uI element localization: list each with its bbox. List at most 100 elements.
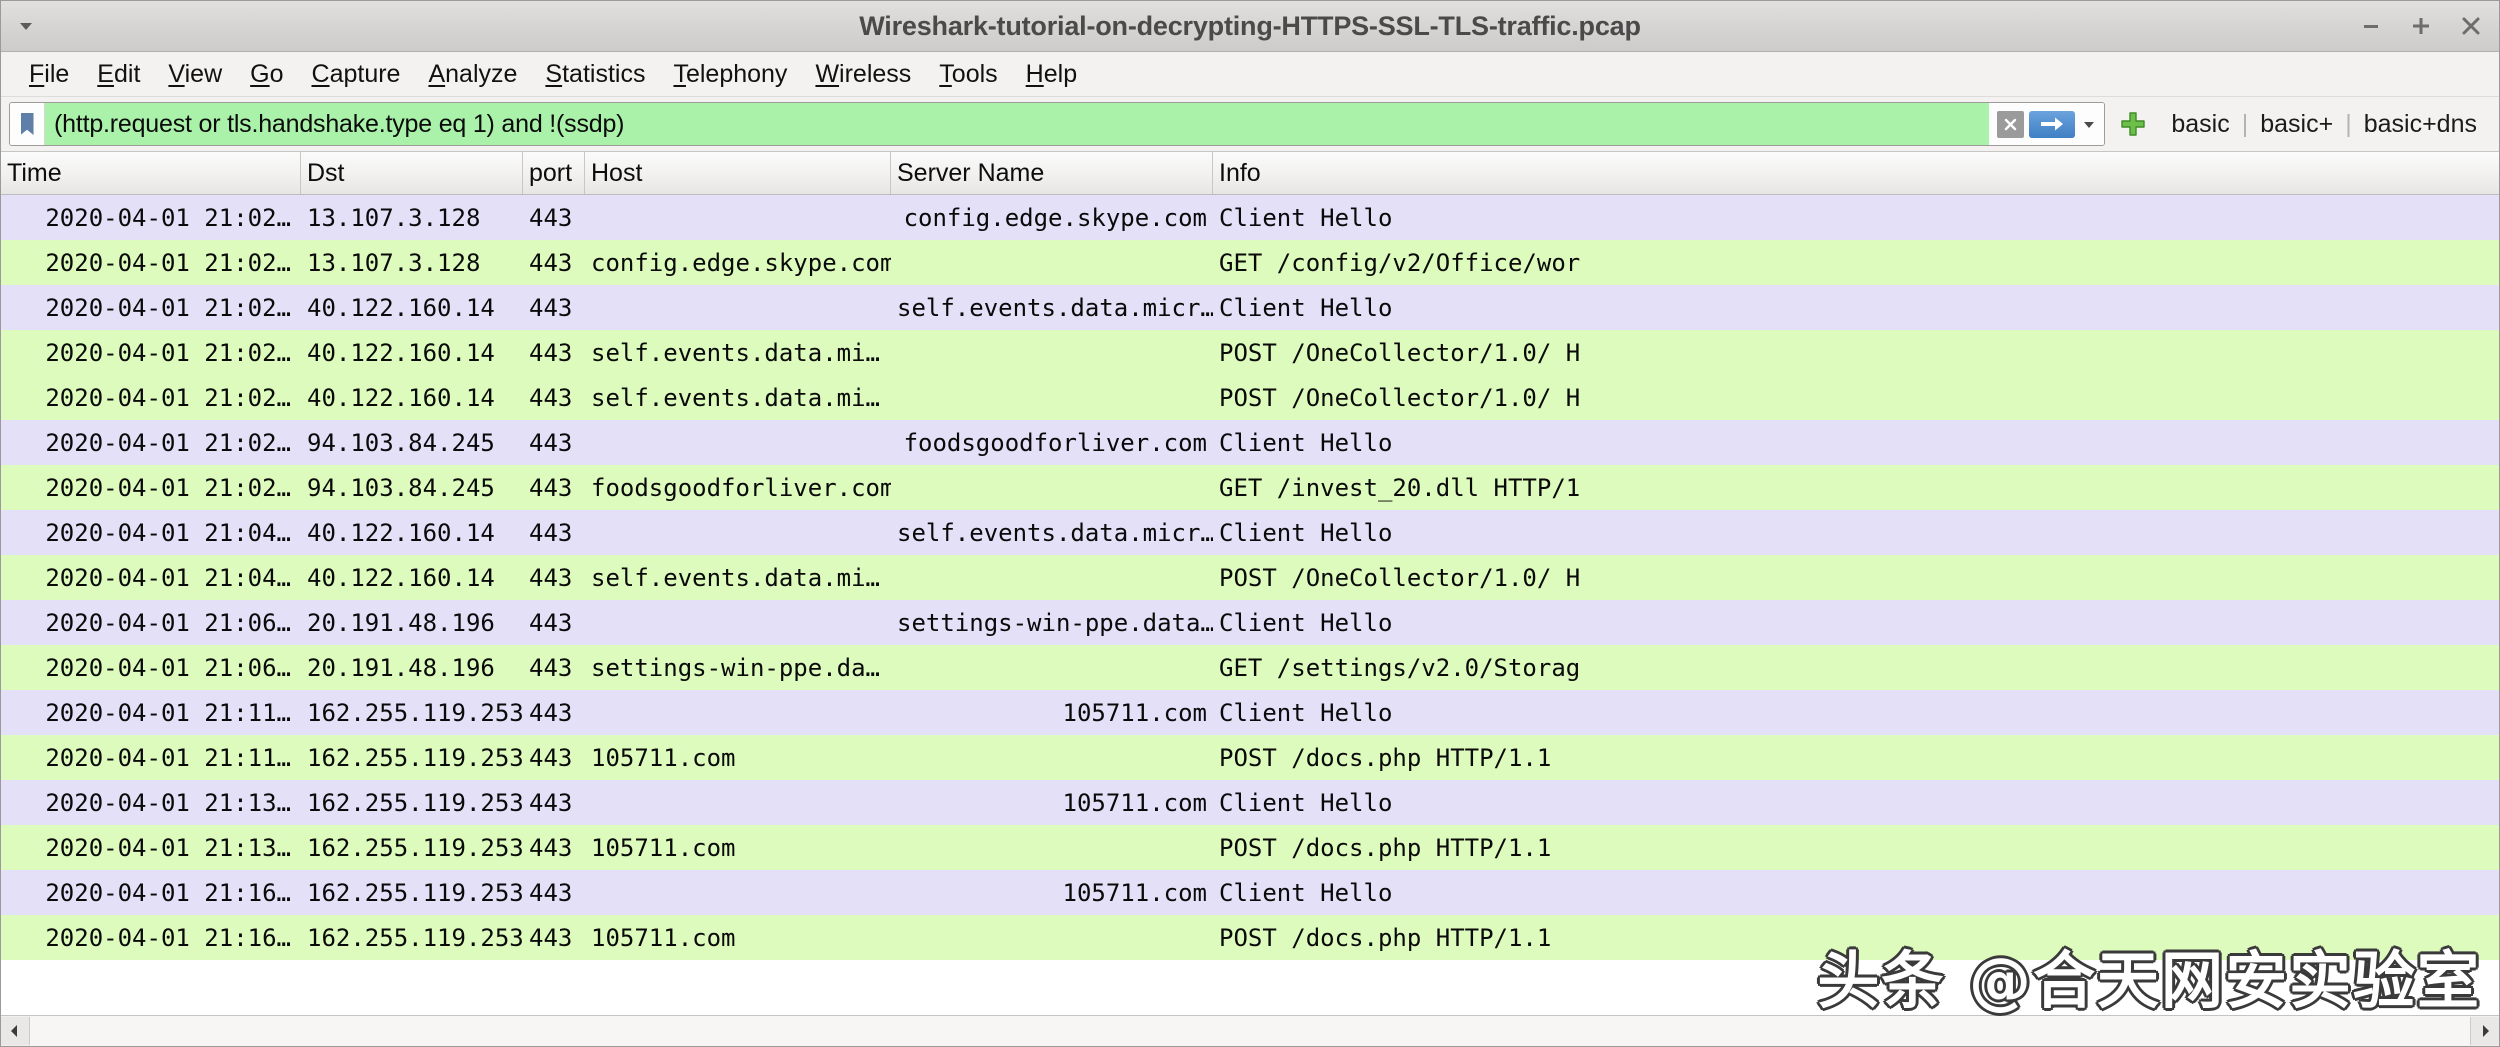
cell-port: 443 xyxy=(523,789,585,817)
close-button[interactable] xyxy=(2459,14,2483,38)
cell-info: GET /invest_20.dll HTTP/1 xyxy=(1213,474,2499,502)
menu-item-go[interactable]: Go xyxy=(236,58,297,91)
table-row[interactable]: 2020-04-01 21:11…162.255.119.25344310571… xyxy=(1,690,2499,735)
cell-info: Client Hello xyxy=(1213,519,2499,547)
title-bar: Wireshark-tutorial-on-decrypting-HTTPS-S… xyxy=(1,1,2499,52)
display-filter-input[interactable]: (http.request or tls.handshake.type eq 1… xyxy=(9,102,2105,146)
cell-port: 443 xyxy=(523,474,585,502)
cell-host: config.edge.skype.com xyxy=(585,249,891,277)
cell-time: 2020-04-01 21:02… xyxy=(1,204,301,232)
column-header-port[interactable]: port xyxy=(523,152,585,194)
table-row[interactable]: 2020-04-01 21:16…162.255.119.25344310571… xyxy=(1,870,2499,915)
cell-info: Client Hello xyxy=(1213,429,2499,457)
table-row[interactable]: 2020-04-01 21:04…40.122.160.14443self.ev… xyxy=(1,555,2499,600)
table-row[interactable]: 2020-04-01 21:13…162.255.119.253443 10571… xyxy=(1,780,2499,825)
cell-time: 2020-04-01 21:13… xyxy=(1,789,301,817)
cell-info: Client Hello xyxy=(1213,699,2499,727)
menu-item-label: View xyxy=(168,60,222,89)
cell-port: 443 xyxy=(523,204,585,232)
apply-arrow-icon[interactable] xyxy=(2029,111,2075,138)
clear-x-icon[interactable] xyxy=(1997,111,2024,138)
cell-port: 443 xyxy=(523,429,585,457)
cell-port: 443 xyxy=(523,294,585,322)
menu-item-wireless[interactable]: Wireless xyxy=(801,58,925,91)
table-row[interactable]: 2020-04-01 21:02…13.107.3.128443config.e… xyxy=(1,195,2499,240)
cell-info: POST /docs.php HTTP/1.1 xyxy=(1213,834,2499,862)
cell-sni: settings-win-ppe.data… xyxy=(891,609,1213,637)
cell-dst: 162.255.119.253 xyxy=(301,699,523,727)
cell-port: 443 xyxy=(523,699,585,727)
cell-time: 2020-04-01 21:11… xyxy=(1,744,301,772)
table-row[interactable]: 2020-04-01 21:02…94.103.84.245443foodsgo… xyxy=(1,465,2499,510)
menu-item-help[interactable]: Help xyxy=(1012,58,1091,91)
maximize-button[interactable] xyxy=(2409,14,2433,38)
cell-port: 443 xyxy=(523,744,585,772)
menu-item-label: Help xyxy=(1026,60,1077,89)
table-row[interactable]: 2020-04-01 21:11…162.255.119.25344310571… xyxy=(1,735,2499,780)
menu-item-label: Telephony xyxy=(673,60,787,89)
chevron-right-icon[interactable] xyxy=(2470,1017,2499,1045)
cell-host: self.events.data.mi… xyxy=(585,339,891,367)
cell-host: settings-win-ppe.da… xyxy=(585,654,891,682)
packet-list-pane: TimeDstportHostServer NameInfo 2020-04-0… xyxy=(1,152,2499,1046)
menu-item-edit[interactable]: Edit xyxy=(83,58,154,91)
menu-item-telephony[interactable]: Telephony xyxy=(659,58,801,91)
cell-dst: 162.255.119.253 xyxy=(301,789,523,817)
table-row[interactable]: 2020-04-01 21:02…94.103.84.245443foodsgo… xyxy=(1,420,2499,465)
cell-sni: self.events.data.micr… xyxy=(891,294,1213,322)
cell-info: POST /OneCollector/1.0/ H xyxy=(1213,564,2499,592)
menu-item-capture[interactable]: Capture xyxy=(298,58,415,91)
cell-info: POST /OneCollector/1.0/ H xyxy=(1213,339,2499,367)
display-filter-value[interactable]: (http.request or tls.handshake.type eq 1… xyxy=(45,103,1989,145)
filter-bookmark-basic[interactable]: basic xyxy=(2159,110,2241,139)
bookmark-icon[interactable] xyxy=(10,103,45,145)
menu-item-view[interactable]: View xyxy=(154,58,236,91)
plus-green-icon[interactable] xyxy=(2119,110,2147,138)
table-row[interactable]: 2020-04-01 21:02…40.122.160.14443self.ev… xyxy=(1,375,2499,420)
menu-item-label: Go xyxy=(250,60,283,89)
menu-item-analyze[interactable]: Analyze xyxy=(414,58,531,91)
cell-host: foodsgoodforliver.com xyxy=(585,474,891,502)
window-title: Wireshark-tutorial-on-decrypting-HTTPS-S… xyxy=(1,11,2499,42)
column-header-time[interactable]: Time xyxy=(1,152,301,194)
horizontal-scrollbar[interactable] xyxy=(1,1015,2499,1046)
chevron-down-icon[interactable] xyxy=(2080,111,2098,137)
filter-bookmark-basic-dns[interactable]: basic+dns xyxy=(2352,110,2489,139)
cell-host: self.events.data.mi… xyxy=(585,384,891,412)
table-row[interactable]: 2020-04-01 21:16…162.255.119.25344310571… xyxy=(1,915,2499,960)
cell-port: 443 xyxy=(523,519,585,547)
menu-item-label: Wireless xyxy=(815,60,911,89)
packet-list-body[interactable]: 2020-04-01 21:02…13.107.3.128443config.e… xyxy=(1,195,2499,1015)
column-header-info[interactable]: Info xyxy=(1213,152,2499,194)
table-row[interactable]: 2020-04-01 21:06…20.191.48.196443setting… xyxy=(1,600,2499,645)
window-menu-icon[interactable] xyxy=(15,15,37,37)
table-row[interactable]: 2020-04-01 21:02…13.107.3.128443config.e… xyxy=(1,240,2499,285)
cell-time: 2020-04-01 21:02… xyxy=(1,249,301,277)
menu-item-statistics[interactable]: Statistics xyxy=(531,58,659,91)
table-row[interactable]: 2020-04-01 21:02…40.122.160.14443self.ev… xyxy=(1,330,2499,375)
table-row[interactable]: 2020-04-01 21:04…40.122.160.14443self.ev… xyxy=(1,510,2499,555)
menu-item-label: Tools xyxy=(939,60,997,89)
menu-item-file[interactable]: File xyxy=(15,58,83,91)
cell-dst: 13.107.3.128 xyxy=(301,204,523,232)
table-row[interactable]: 2020-04-01 21:06…20.191.48.196443setting… xyxy=(1,645,2499,690)
menu-item-tools[interactable]: Tools xyxy=(925,58,1011,91)
menu-bar: File Edit View Go CaptureAnalyzeStatistics Te… xyxy=(1,52,2499,97)
minimize-button[interactable] xyxy=(2359,14,2383,38)
cell-port: 443 xyxy=(523,339,585,367)
cell-sni: 105711.com xyxy=(891,789,1213,817)
chevron-left-icon[interactable] xyxy=(1,1017,30,1045)
cell-port: 443 xyxy=(523,249,585,277)
table-row[interactable]: 2020-04-01 21:02…40.122.160.14443self.ev… xyxy=(1,285,2499,330)
cell-time: 2020-04-01 21:06… xyxy=(1,609,301,637)
menu-item-label: Edit xyxy=(97,60,140,89)
cell-dst: 40.122.160.14 xyxy=(301,384,523,412)
scrollbar-track[interactable] xyxy=(30,1016,2470,1046)
column-header-host[interactable]: Host xyxy=(585,152,891,194)
column-header-dst[interactable]: Dst xyxy=(301,152,523,194)
packet-list-empty-area xyxy=(1,960,2499,1015)
column-header-sni[interactable]: Server Name xyxy=(891,152,1213,194)
filter-bookmark-basic-[interactable]: basic+ xyxy=(2248,110,2345,139)
table-row[interactable]: 2020-04-01 21:13…162.255.119.25344310571… xyxy=(1,825,2499,870)
cell-dst: 40.122.160.14 xyxy=(301,564,523,592)
